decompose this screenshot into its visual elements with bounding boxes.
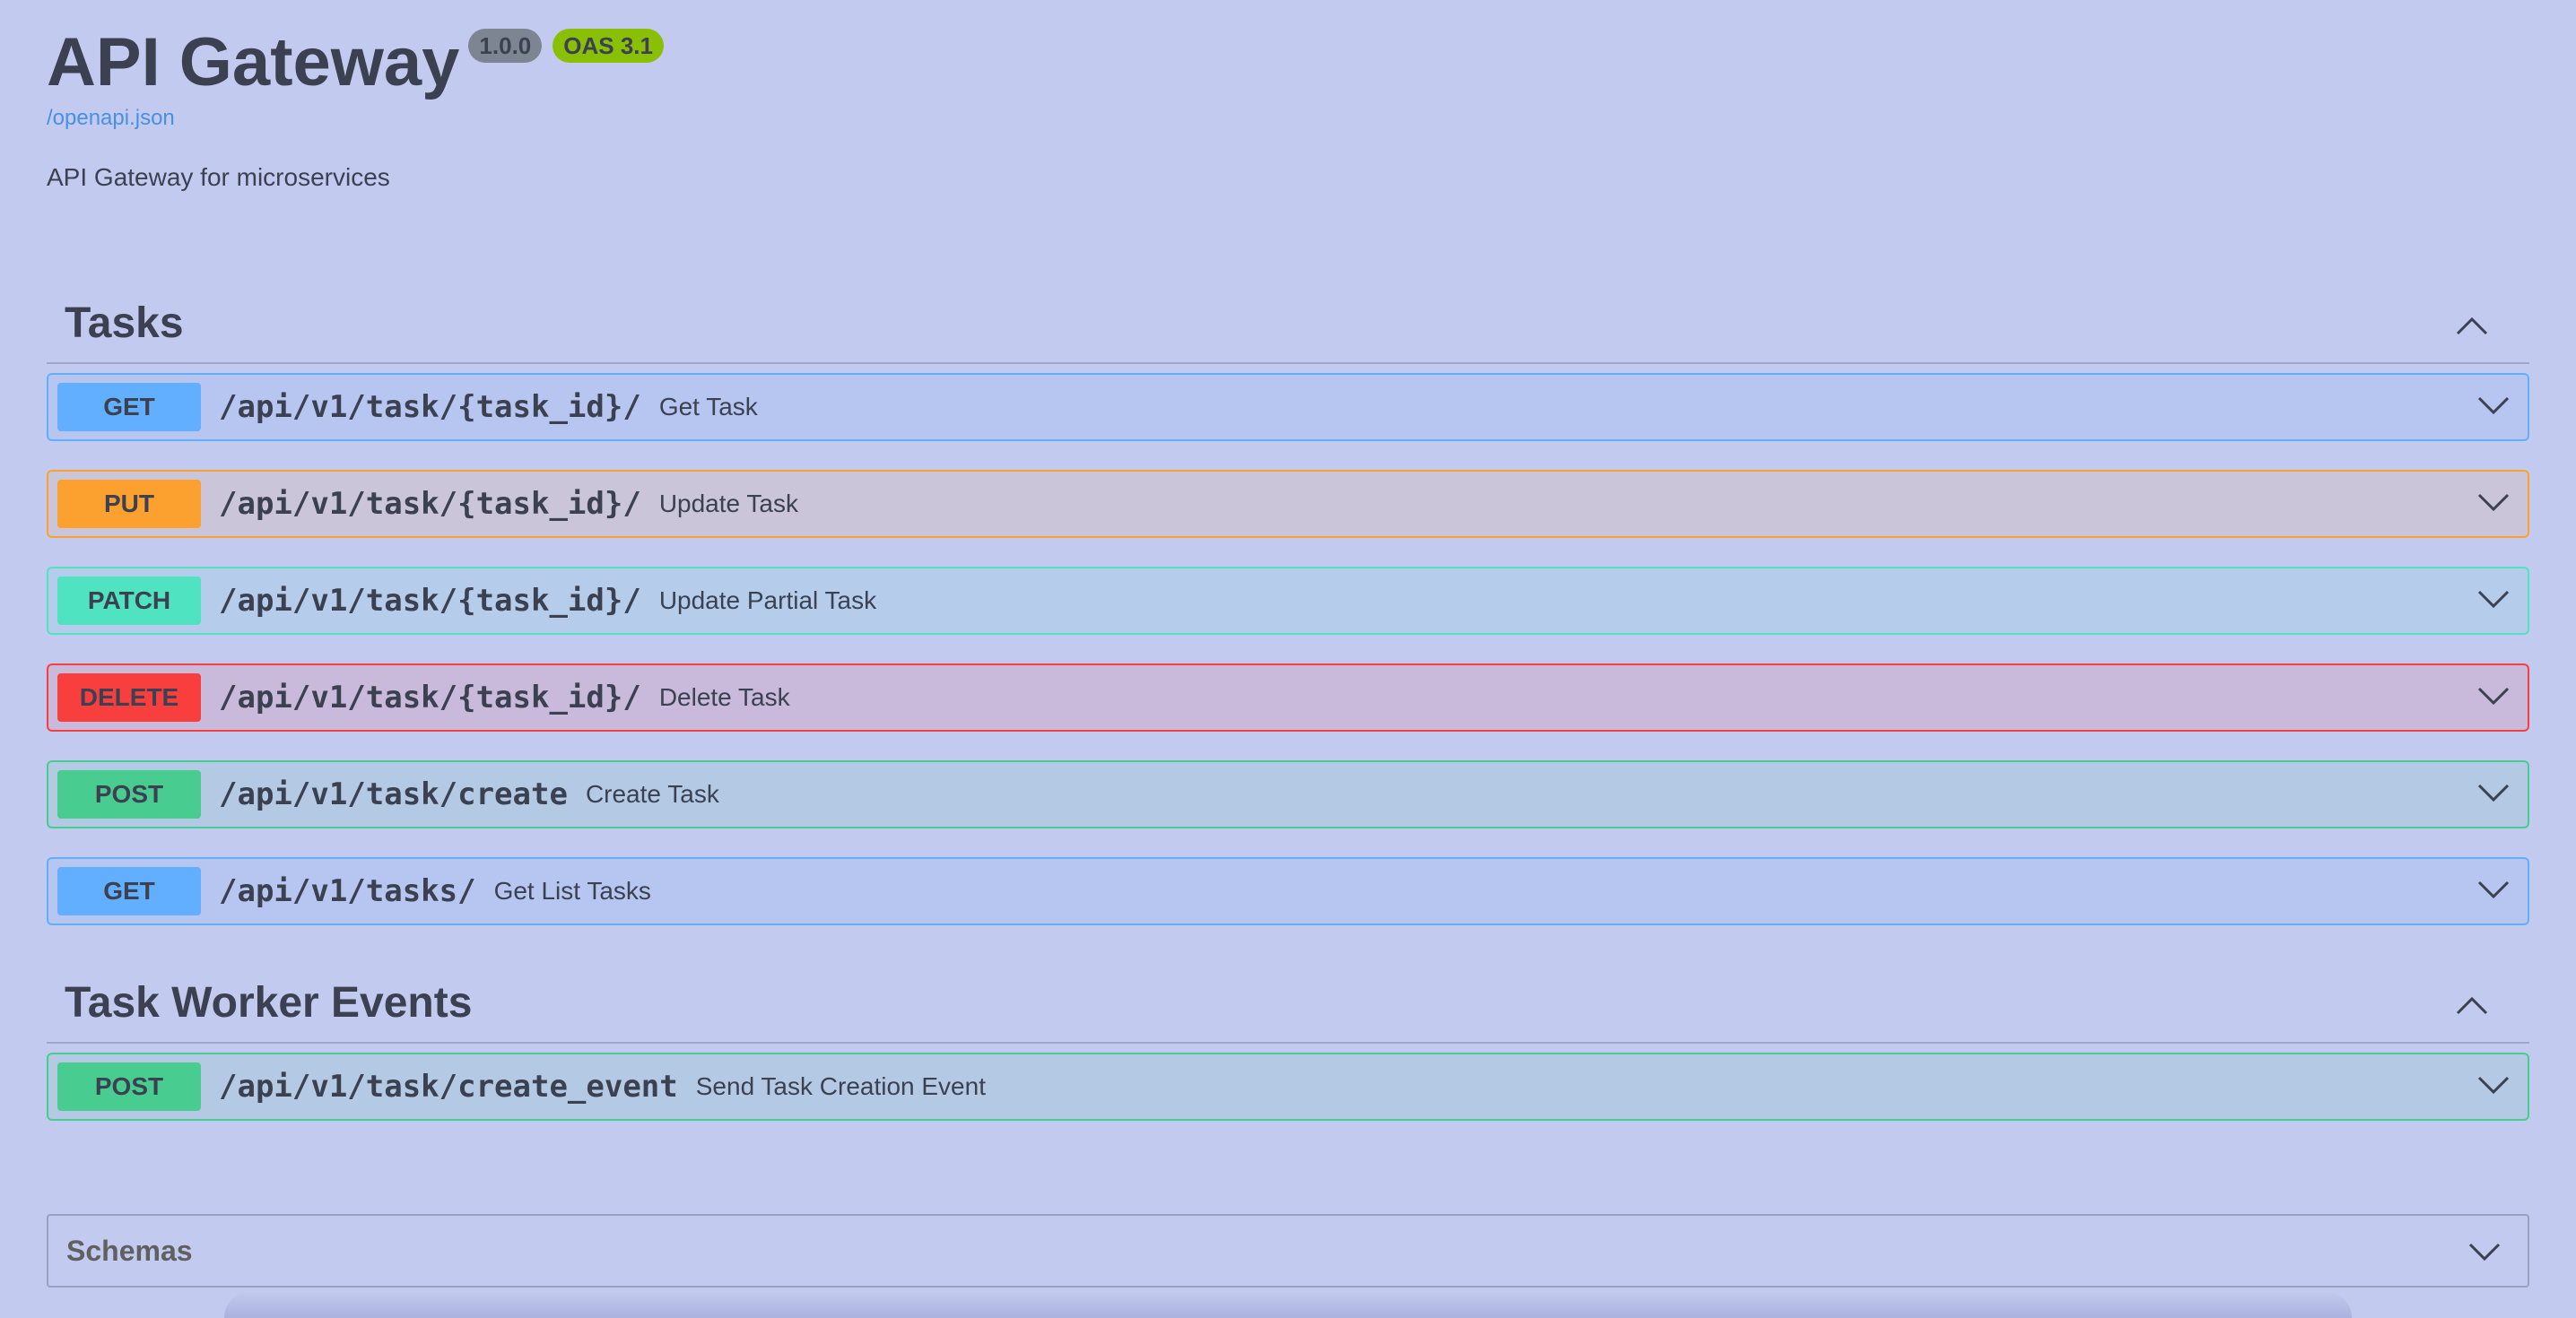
operation-summary: Create Task bbox=[585, 780, 719, 808]
operation-path: /api/v1/task/{task_id}/ bbox=[219, 680, 641, 715]
operation-summary: Get List Tasks bbox=[493, 877, 651, 905]
chevron-down-icon bbox=[2477, 687, 2510, 706]
api-info: API Gateway 1.0.0 OAS 3.1 /openapi.json … bbox=[47, 23, 664, 192]
operation-put-task[interactable]: PUT /api/v1/task/{task_id}/ Update Task bbox=[47, 470, 2529, 538]
api-description: API Gateway for microservices bbox=[47, 163, 390, 191]
api-title: API Gateway bbox=[47, 24, 460, 100]
chevron-down-icon bbox=[2477, 590, 2510, 609]
tag-header-tasks[interactable]: Tasks bbox=[47, 283, 2529, 364]
expand-operation-button[interactable] bbox=[2465, 1054, 2528, 1119]
operation-path: /api/v1/task/{task_id}/ bbox=[219, 486, 641, 522]
expand-operation-button[interactable] bbox=[2465, 665, 2528, 730]
operation-path: /api/v1/task/{task_id}/ bbox=[219, 389, 641, 425]
expand-operation-button[interactable] bbox=[2465, 472, 2528, 536]
tag-section-tasks: Tasks GET /api/v1/task/{task_id}/ Get Ta… bbox=[47, 283, 2529, 925]
method-badge: PUT bbox=[57, 480, 201, 528]
operation-path: /api/v1/task/create_event bbox=[219, 1069, 678, 1105]
tag-title: Task Worker Events bbox=[65, 978, 473, 1027]
operation-path: /api/v1/task/create bbox=[219, 776, 568, 812]
expand-operation-button[interactable] bbox=[2465, 859, 2528, 923]
operation-get-task[interactable]: GET /api/v1/task/{task_id}/ Get Task bbox=[47, 373, 2529, 441]
tag-header-task-worker-events[interactable]: Task Worker Events bbox=[47, 963, 2529, 1044]
method-badge: DELETE bbox=[57, 673, 201, 722]
operation-post-create-task[interactable]: POST /api/v1/task/create Create Task bbox=[47, 760, 2529, 828]
tag-section-task-worker-events: Task Worker Events POST /api/v1/task/cre… bbox=[47, 963, 2529, 1121]
operation-summary: Update Task bbox=[658, 490, 798, 517]
method-badge: GET bbox=[57, 383, 201, 431]
operation-post-create-event[interactable]: POST /api/v1/task/create_event Send Task… bbox=[47, 1053, 2529, 1121]
method-badge: GET bbox=[57, 867, 201, 915]
bottom-shadow bbox=[224, 1291, 2352, 1318]
chevron-down-icon bbox=[2477, 396, 2510, 415]
operation-get-list-tasks[interactable]: GET /api/v1/tasks/ Get List Tasks bbox=[47, 857, 2529, 925]
schemas-section[interactable]: Schemas bbox=[47, 1214, 2529, 1288]
operation-summary: Get Task bbox=[658, 393, 758, 421]
operation-delete-task[interactable]: DELETE /api/v1/task/{task_id}/ Delete Ta… bbox=[47, 663, 2529, 732]
openapi-json-link[interactable]: /openapi.json bbox=[47, 106, 664, 131]
swagger-page: API Gateway 1.0.0 OAS 3.1 /openapi.json … bbox=[0, 0, 2576, 1318]
expand-operation-button[interactable] bbox=[2465, 568, 2528, 633]
title-row: API Gateway 1.0.0 OAS 3.1 bbox=[47, 23, 664, 102]
chevron-down-icon bbox=[2477, 493, 2510, 512]
version-badge: 1.0.0 bbox=[468, 29, 543, 63]
operation-summary: Send Task Creation Event bbox=[695, 1072, 986, 1100]
chevron-down-icon bbox=[2477, 784, 2510, 802]
chevron-down-icon[interactable] bbox=[2467, 1234, 2502, 1270]
oas-badge: OAS 3.1 bbox=[553, 29, 664, 63]
method-badge: PATCH bbox=[57, 577, 201, 625]
tag-title: Tasks bbox=[65, 299, 184, 347]
chevron-up-icon[interactable] bbox=[2454, 988, 2490, 1024]
method-badge: POST bbox=[57, 1062, 201, 1111]
expand-operation-button[interactable] bbox=[2465, 762, 2528, 827]
operation-path: /api/v1/tasks/ bbox=[219, 873, 476, 909]
chevron-down-icon bbox=[2477, 880, 2510, 899]
chevron-up-icon[interactable] bbox=[2454, 308, 2490, 344]
chevron-down-icon bbox=[2477, 1076, 2510, 1095]
expand-operation-button[interactable] bbox=[2465, 375, 2528, 439]
schemas-title: Schemas bbox=[66, 1234, 193, 1267]
operation-summary: Update Partial Task bbox=[658, 586, 877, 614]
operation-path: /api/v1/task/{task_id}/ bbox=[219, 583, 641, 619]
operation-summary: Delete Task bbox=[658, 683, 790, 711]
method-badge: POST bbox=[57, 770, 201, 819]
operation-patch-task[interactable]: PATCH /api/v1/task/{task_id}/ Update Par… bbox=[47, 567, 2529, 635]
